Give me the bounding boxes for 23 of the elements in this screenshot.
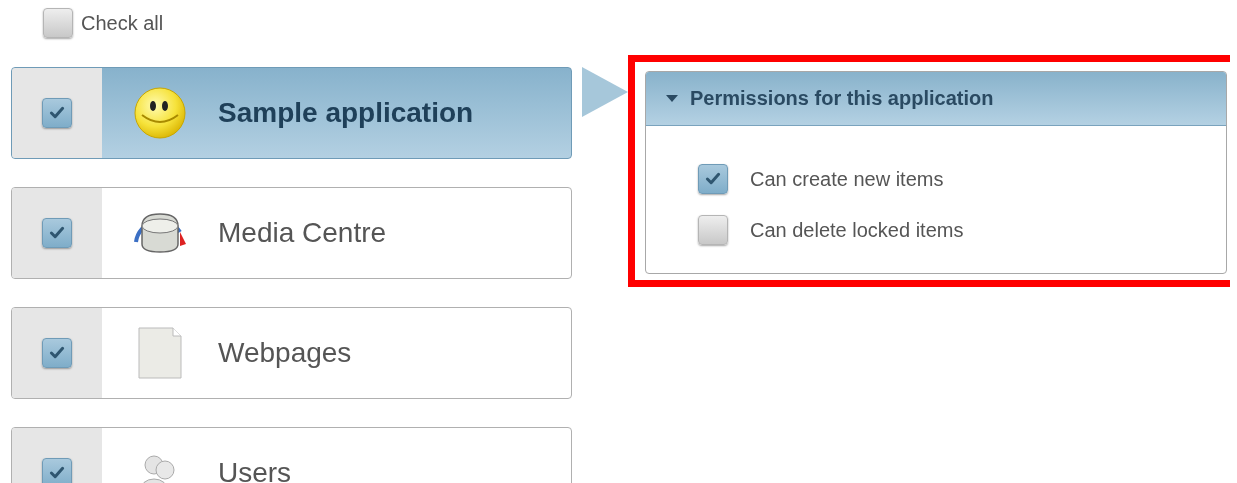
application-item[interactable]: Webpages [11, 307, 572, 399]
document-icon [137, 326, 183, 380]
application-name: Sample application [218, 97, 474, 129]
application-name: Media Centre [218, 217, 387, 249]
checkbox[interactable] [43, 8, 73, 38]
smiley-icon [132, 85, 188, 141]
checkbox[interactable] [698, 215, 728, 245]
permission-label: Can create new items [750, 167, 944, 191]
pointer-arrow [582, 67, 628, 117]
checkbox[interactable] [698, 164, 728, 194]
check-all-label: Check all [81, 11, 164, 35]
panel-title: Permissions for this application [690, 87, 994, 110]
caret-icon[interactable] [666, 94, 678, 103]
checkbox[interactable] [42, 98, 72, 128]
application-item[interactable]: Sample application [11, 67, 572, 159]
application-item[interactable]: Users [11, 427, 572, 483]
checkbox[interactable] [42, 458, 72, 483]
application-name: Users [218, 457, 292, 483]
application-name: Webpages [218, 337, 352, 369]
application-item[interactable]: Media Centre [11, 187, 572, 279]
checkbox[interactable] [42, 218, 72, 248]
permission-label: Can delete locked items [750, 218, 964, 242]
checkbox[interactable] [42, 338, 72, 368]
